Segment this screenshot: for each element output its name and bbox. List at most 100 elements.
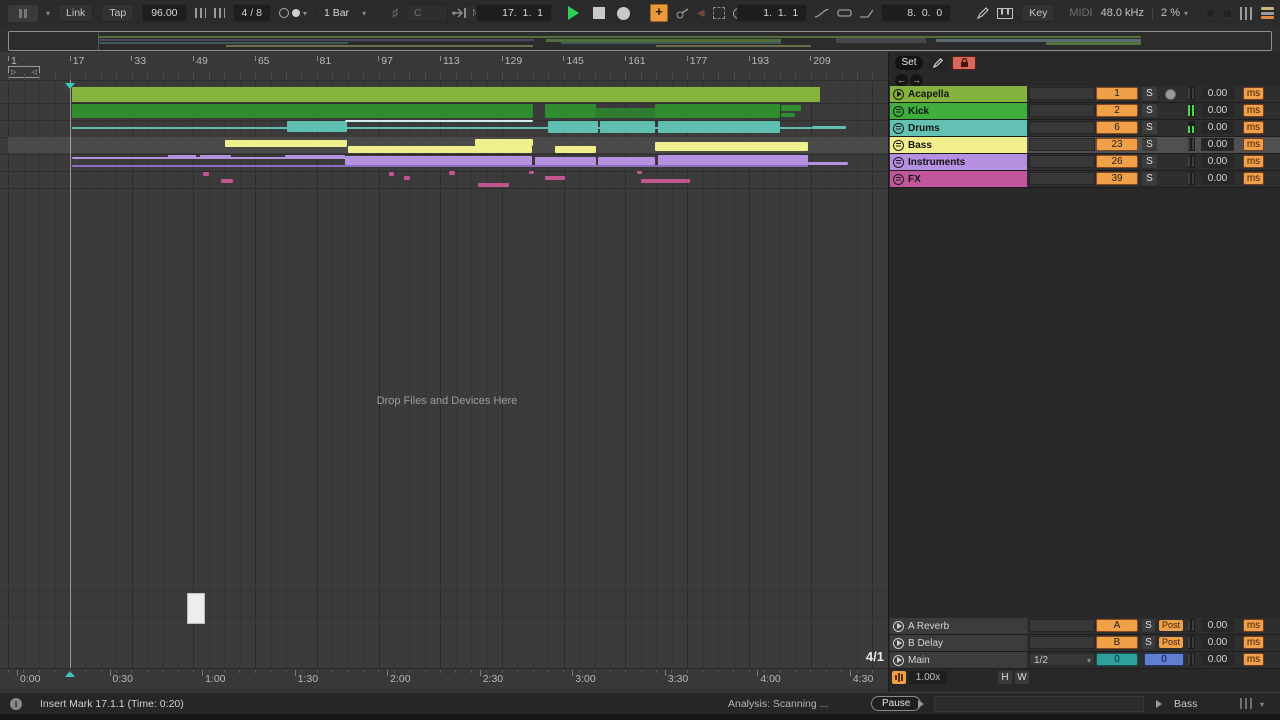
clip-segment[interactable] [545, 176, 565, 180]
loop-length-display[interactable]: 8. 0. 0 [881, 4, 951, 22]
track-row[interactable]: Instruments26S0.00ms [889, 154, 1280, 171]
clip-segment[interactable] [225, 140, 347, 147]
return-delay-value[interactable]: 0.00 [1201, 619, 1234, 632]
track-delay-unit-button[interactable]: ms [1243, 87, 1264, 100]
track-input-box[interactable] [1029, 121, 1095, 134]
track-row[interactable]: Drums6S0.00ms [889, 120, 1280, 137]
track-delay-value[interactable]: 0.00 [1201, 104, 1234, 117]
return-input-box[interactable] [1029, 619, 1095, 632]
track-input-box[interactable] [1029, 87, 1095, 100]
arrangement-area[interactable]: Drop Files and Devices Here 4/1 [0, 80, 888, 668]
stop-button[interactable] [593, 7, 605, 19]
track-name-block[interactable]: Instruments [890, 154, 1027, 170]
return-play-icon[interactable] [893, 655, 904, 666]
return-input-box[interactable] [1029, 636, 1095, 649]
link-button[interactable]: Link [58, 4, 93, 22]
clip-segment[interactable] [475, 139, 533, 146]
clip-segment[interactable] [203, 172, 209, 176]
return-delay-unit-button[interactable]: ms [1243, 653, 1264, 666]
insert-marker-icon[interactable] [65, 83, 75, 89]
return-delay-value[interactable]: 0.00 [1201, 636, 1234, 649]
automation-arm-icon[interactable] [676, 8, 689, 19]
track-delay-unit-button[interactable]: ms [1243, 172, 1264, 185]
clip-segment[interactable] [285, 155, 345, 159]
track-solo-button[interactable]: S [1142, 155, 1157, 168]
drag-ghost-box[interactable] [187, 593, 205, 624]
send-activator-button[interactable]: A [1096, 619, 1138, 632]
clip-segment[interactable] [596, 108, 655, 118]
fade-icon[interactable] [815, 9, 829, 18]
clip-segment[interactable] [389, 172, 394, 176]
clip-segment[interactable] [72, 104, 533, 118]
automation-pencil-button[interactable] [929, 56, 947, 70]
track-lines-icon[interactable] [893, 174, 904, 185]
track-solo-button[interactable]: S [1142, 138, 1157, 151]
track-delay-value[interactable]: 0.00 [1201, 138, 1234, 151]
clip-segment[interactable] [72, 165, 808, 167]
track-delay-value[interactable]: 0.00 [1201, 155, 1234, 168]
return-solo-button[interactable]: S [1142, 636, 1155, 649]
clip-segment[interactable] [812, 126, 846, 129]
send-activator-button[interactable]: B [1096, 636, 1138, 649]
time-ruler[interactable]: 0:000:301:001:302:002:303:003:304:004:30 [0, 668, 888, 689]
return-play-icon[interactable] [893, 621, 904, 632]
clip-segment[interactable] [655, 142, 808, 151]
return-name-block[interactable]: A Reverb [890, 618, 1027, 634]
track-delay-value[interactable]: 0.00 [1201, 172, 1234, 185]
preferences-menu-icon[interactable] [1261, 7, 1274, 19]
return-track-row[interactable]: A ReverbASPost0.00ms [889, 618, 1280, 635]
clip-segment[interactable] [781, 105, 801, 111]
track-solo-button[interactable]: S [1142, 121, 1157, 134]
track-arm-button[interactable] [1165, 89, 1176, 100]
clip-segment[interactable] [345, 120, 533, 122]
track-activator-button[interactable]: 2 [1096, 104, 1138, 117]
clip-segment[interactable] [637, 171, 642, 174]
track-name-block[interactable]: Bass [890, 137, 1027, 153]
clip-segment[interactable] [404, 176, 410, 180]
clip-segment[interactable] [449, 171, 455, 175]
return-track-row[interactable]: B Delay BS Post 0.00 ms [889, 635, 1280, 652]
return-track-row[interactable]: Main1/2▾000.00ms [889, 652, 1280, 669]
re-enable-automation-icon[interactable]: ◀ [697, 8, 705, 19]
return-delay-unit-button[interactable]: ms [1243, 636, 1264, 649]
beat-time-ruler[interactable]: ▷◁ 1173349658197113129145161177193209 [0, 52, 888, 80]
set-button[interactable]: Set [895, 56, 923, 70]
track-delay-unit-button[interactable]: ms [1243, 104, 1264, 117]
cue-volume-knob[interactable]: 0 [1096, 653, 1138, 666]
return-name-block[interactable]: B Delay [890, 635, 1027, 651]
main-volume-knob[interactable]: 0 [1144, 653, 1184, 666]
return-delay-value[interactable]: 0.00 [1201, 653, 1234, 666]
metronome-button[interactable]: ▾ [279, 8, 307, 18]
track-name-block[interactable]: Kick [890, 103, 1027, 119]
track-delay-value[interactable]: 0.00 [1201, 121, 1234, 134]
track-input-box[interactable] [1029, 138, 1095, 151]
clip-segment[interactable] [600, 121, 655, 133]
arrangement-position-display[interactable]: 17. 1. 1 [476, 4, 552, 22]
track-row[interactable]: Acapella1S0.00ms [889, 86, 1280, 103]
capture-selection-icon[interactable] [713, 7, 725, 19]
track-delay-unit-button[interactable]: ms [1243, 121, 1264, 134]
clip-segment[interactable] [529, 171, 534, 174]
overdub-plus-button[interactable]: + [650, 4, 668, 22]
clip-segment[interactable] [221, 179, 233, 183]
main-cue-io-select[interactable]: 1/2▾ [1029, 653, 1095, 666]
clip-segment[interactable] [808, 162, 848, 165]
track-delay-unit-button[interactable]: ms [1243, 155, 1264, 168]
time-signature-display[interactable]: 4 / 8 [233, 4, 271, 22]
track-delay-unit-button[interactable]: ms [1243, 138, 1264, 151]
clip-segment[interactable] [555, 146, 596, 153]
computer-midi-keyboard-icon[interactable] [997, 8, 1013, 19]
clip-segment[interactable] [655, 104, 780, 118]
clip-segment[interactable] [641, 179, 690, 183]
nudge-down-icon[interactable] [195, 8, 206, 18]
lock-envelopes-button[interactable] [952, 56, 976, 70]
status-caret-icon[interactable]: ▾ [1260, 700, 1264, 709]
track-activator-button[interactable]: 39 [1096, 172, 1138, 185]
tempo-display[interactable]: 96.00 [142, 4, 186, 22]
app-menu-icon[interactable] [8, 5, 38, 22]
pre-post-toggle[interactable]: Post [1159, 637, 1183, 648]
app-menu-caret-icon[interactable]: ▾ [46, 9, 50, 18]
track-lines-icon[interactable] [893, 123, 904, 134]
track-lines-icon[interactable] [893, 106, 904, 117]
track-delay-value[interactable]: 0.00 [1201, 87, 1234, 100]
